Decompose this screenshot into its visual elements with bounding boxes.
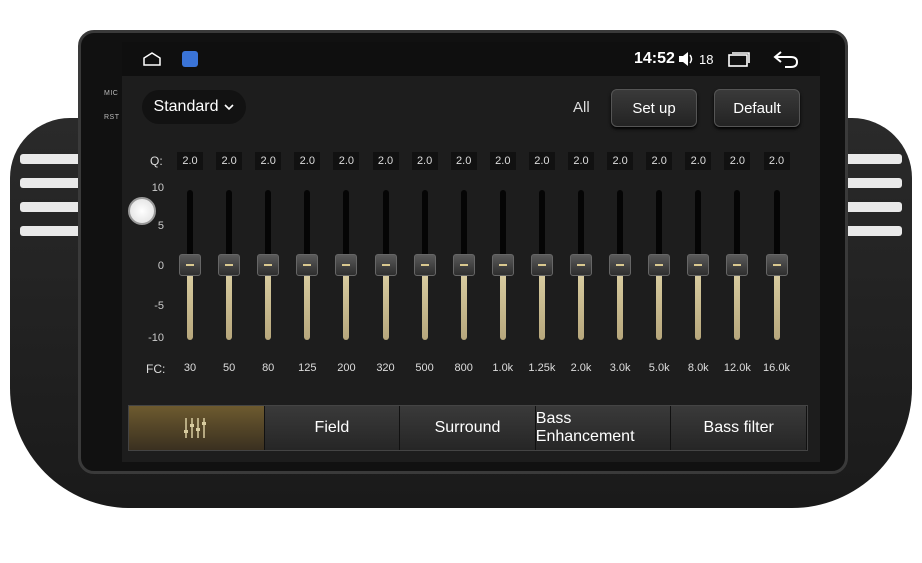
fc-label: 125 <box>298 362 317 374</box>
eq-slider-fill <box>304 273 311 340</box>
eq-slider-thumb[interactable] <box>687 254 710 276</box>
eq-slider-thumb[interactable] <box>765 254 788 276</box>
scale-label: -5 <box>154 300 164 312</box>
eq-slider-fill <box>695 273 702 340</box>
q-value-box[interactable]: 2.0 <box>372 152 399 170</box>
mic-label: MIC <box>104 90 119 97</box>
fc-label: 1.25k <box>528 362 556 374</box>
scale-label: -10 <box>148 332 164 344</box>
fc-label: 1.0k <box>492 362 514 374</box>
assistive-touch-button[interactable] <box>128 197 156 225</box>
q-value-box[interactable]: 2.0 <box>255 152 282 170</box>
q-value-box[interactable]: 2.0 <box>568 152 594 170</box>
eq-slider-fill <box>734 273 741 340</box>
tab-surround[interactable]: Surround <box>400 406 536 450</box>
eq-slider-thumb[interactable] <box>218 254 241 276</box>
clock-time: 14:52 <box>634 50 675 67</box>
home-icon[interactable] <box>142 52 162 66</box>
tab-equalizer[interactable] <box>129 406 265 450</box>
scale-label: 0 <box>157 260 164 272</box>
eq-slider-fill <box>538 273 545 340</box>
q-value-box[interactable]: 2.0 <box>294 152 321 170</box>
equalizer-screen: 14:52 18 Standard All Set up Default Q: … <box>122 42 820 462</box>
eq-slider-fill <box>343 273 350 340</box>
app-notification-icon[interactable] <box>182 51 198 67</box>
fc-label: 16.0k <box>763 362 790 374</box>
equalizer-icon <box>184 418 207 438</box>
fc-label: 50 <box>222 362 236 374</box>
eq-slider-fill <box>226 273 233 340</box>
eq-slider-thumb[interactable] <box>491 254 514 276</box>
q-value-box[interactable]: 2.0 <box>724 152 751 170</box>
scale-label: 10 <box>151 182 164 194</box>
recent-apps-icon[interactable] <box>728 52 750 67</box>
chevron-down-icon <box>224 104 235 111</box>
eq-slider-thumb[interactable] <box>726 254 749 276</box>
back-icon[interactable] <box>773 50 799 68</box>
q-value-box[interactable]: 2.0 <box>177 152 203 170</box>
fc-row-label: FC: <box>146 362 166 376</box>
eq-slider-thumb[interactable] <box>296 254 319 276</box>
q-value-box[interactable]: 2.0 <box>763 152 790 170</box>
fc-label: 8.0k <box>687 362 709 374</box>
eq-slider-thumb[interactable] <box>570 254 592 276</box>
eq-slider-fill <box>656 273 663 340</box>
fc-label: 80 <box>262 362 275 374</box>
eq-slider-fill <box>421 273 428 340</box>
eq-slider-fill <box>773 273 780 340</box>
fc-label: 12.0k <box>723 362 751 374</box>
eq-slider-thumb[interactable] <box>530 254 553 276</box>
default-button[interactable]: Default <box>714 89 800 127</box>
eq-slider-thumb[interactable] <box>335 254 358 276</box>
fc-label: 800 <box>454 362 473 374</box>
volume-icon[interactable] <box>678 51 696 67</box>
fc-label: 3.0k <box>609 362 631 374</box>
q-value-box[interactable]: 2.0 <box>607 152 634 170</box>
eq-slider-thumb[interactable] <box>413 254 436 276</box>
q-value-box[interactable]: 2.0 <box>450 152 477 170</box>
tab-bass-filter[interactable]: Bass filter <box>671 406 807 450</box>
preset-label: Standard <box>153 98 219 115</box>
reset-label[interactable]: RST <box>104 114 120 121</box>
tab-field[interactable]: Field <box>264 406 401 450</box>
eq-slider-fill <box>265 273 272 340</box>
eq-slider-thumb[interactable] <box>648 254 671 276</box>
fc-label: 2.0k <box>570 362 592 374</box>
q-value-box[interactable]: 2.0 <box>411 152 438 170</box>
q-value-box[interactable]: 2.0 <box>646 152 673 170</box>
q-value-box[interactable]: 2.0 <box>685 152 712 170</box>
tab-bass-enhancement[interactable]: Bass Enhancement <box>535 406 672 450</box>
fc-label: 320 <box>376 362 395 374</box>
eq-slider-fill <box>382 273 389 340</box>
status-bar: 14:52 18 <box>122 42 820 76</box>
fc-label: 500 <box>415 362 434 374</box>
eq-slider-fill <box>187 273 193 340</box>
eq-slider-fill <box>617 273 624 340</box>
eq-slider-thumb[interactable] <box>257 254 280 276</box>
q-value-box[interactable]: 2.0 <box>489 152 516 170</box>
eq-slider-thumb[interactable] <box>452 254 475 276</box>
eq-slider-fill <box>499 273 506 340</box>
q-value-box[interactable]: 2.0 <box>333 152 360 170</box>
eq-slider-thumb[interactable] <box>374 254 397 276</box>
q-row-label: Q: <box>150 154 163 168</box>
all-label[interactable]: All <box>573 99 590 116</box>
eq-slider-fill <box>460 273 467 340</box>
eq-slider-fill <box>578 273 584 340</box>
eq-slider-thumb[interactable] <box>179 254 201 276</box>
eq-slider-thumb[interactable] <box>609 254 632 276</box>
q-value-box[interactable]: 2.0 <box>528 152 555 170</box>
preset-dropdown[interactable]: Standard <box>142 90 246 124</box>
volume-level: 18 <box>699 52 714 67</box>
q-value-box[interactable]: 2.0 <box>216 152 243 170</box>
fc-label: 5.0k <box>648 362 670 374</box>
fc-label: 30 <box>183 362 197 374</box>
equalizer-tab-bar: Field Surround Bass Enhancement Bass fil… <box>128 405 808 451</box>
setup-button[interactable]: Set up <box>611 89 697 127</box>
fc-label: 200 <box>337 362 356 374</box>
